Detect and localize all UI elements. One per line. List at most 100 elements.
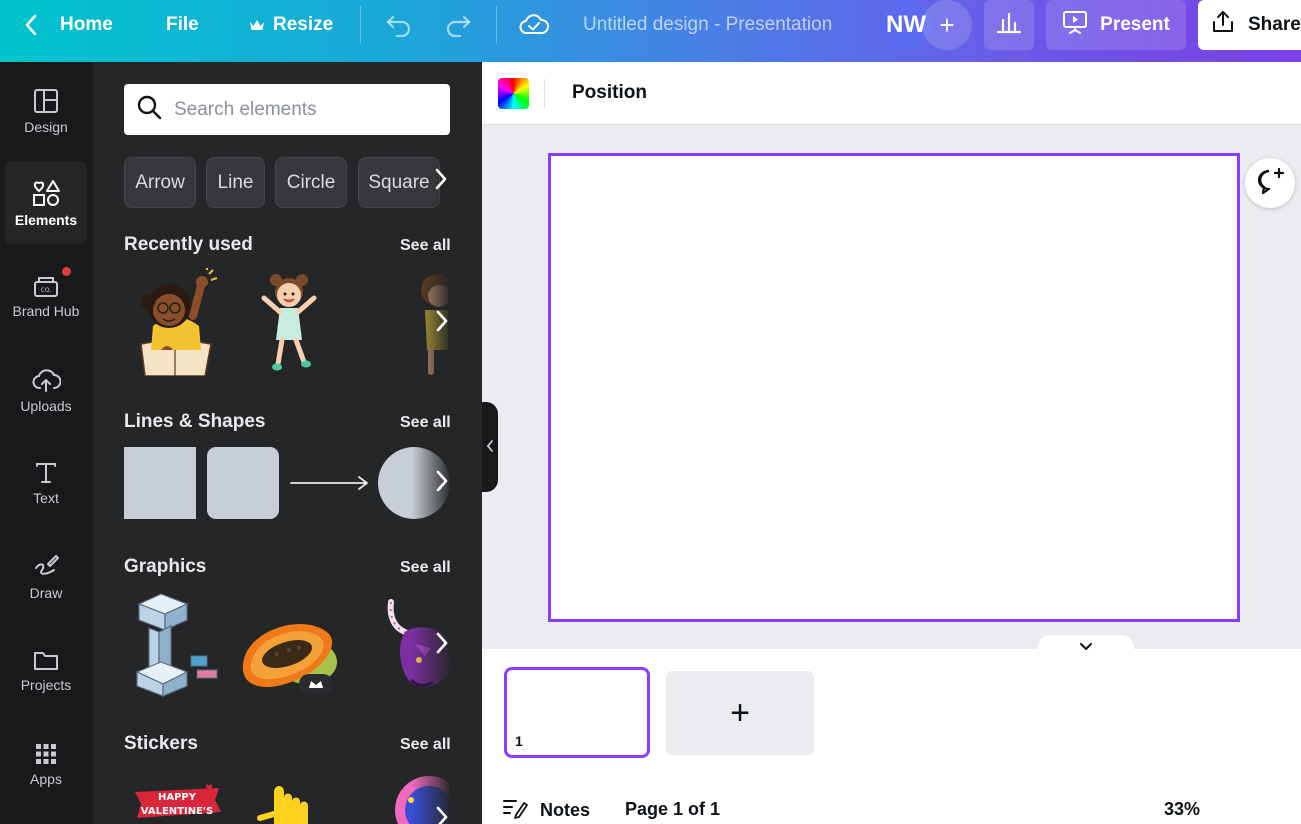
context-toolbar: Position <box>482 62 1301 125</box>
home-button[interactable]: Home <box>24 0 113 50</box>
rail-item-label: Text <box>33 489 59 506</box>
editor-area: Position 1 + Notes Page 1 of 1 33% <box>482 62 1301 824</box>
chevron-left-icon <box>24 14 38 36</box>
rail-item-label: Draw <box>29 584 63 601</box>
upload-icon <box>1210 9 1236 41</box>
shape-rounded-square[interactable] <box>207 447 279 519</box>
rail-item-uploads[interactable]: Uploads <box>5 349 87 431</box>
divider <box>496 6 497 44</box>
background-color-button[interactable] <box>498 78 529 109</box>
section-title-stickers: Stickers <box>124 733 198 754</box>
rail-item-elements[interactable]: Elements <box>5 162 87 244</box>
footer-bar: Notes Page 1 of 1 33% <box>482 793 1301 824</box>
crown-icon <box>249 18 265 32</box>
rail-item-draw[interactable]: Draw <box>5 536 87 618</box>
add-page-button[interactable]: + <box>666 671 814 755</box>
resize-label: Resize <box>273 14 334 35</box>
design-page[interactable] <box>548 153 1240 622</box>
stickers-next-button[interactable] <box>436 806 448 824</box>
elements-panel: Arrow Line Circle Square Recently used S… <box>93 62 482 824</box>
recent-element-girl-jumping[interactable] <box>258 268 320 381</box>
notes-icon <box>502 797 528 824</box>
chevron-right-icon <box>436 308 448 338</box>
undo-button[interactable] <box>385 0 413 50</box>
side-rail: Design Elements CO. Brand Hub Uploads Te… <box>0 62 93 824</box>
present-button[interactable]: Present <box>1046 0 1186 50</box>
notes-button[interactable]: Notes <box>502 797 590 824</box>
section-title-graphics: Graphics <box>124 556 207 577</box>
sticker-happy-valentines[interactable]: HAPPY VALENTINE'S <box>129 784 225 824</box>
section-title-recently-used: Recently used <box>124 234 253 255</box>
chip-circle[interactable]: Circle <box>275 157 347 208</box>
chips-next-button[interactable] <box>435 168 447 196</box>
folder-icon <box>32 648 60 672</box>
notification-dot <box>62 267 71 276</box>
see-all-stickers[interactable]: See all <box>400 736 451 754</box>
page-thumbnail[interactable]: 1 <box>504 667 650 758</box>
chevron-right-icon <box>436 804 448 824</box>
svg-text:VALENTINE'S: VALENTINE'S <box>141 806 213 817</box>
see-all-recently-used[interactable]: See all <box>400 237 451 255</box>
shape-arrow-line[interactable] <box>289 474 371 497</box>
text-icon <box>34 461 58 485</box>
rail-item-label: Apps <box>30 770 62 787</box>
document-title[interactable]: Untitled design - Presentation <box>583 14 832 36</box>
rail-item-label: Elements <box>14 211 78 228</box>
rail-item-brand-hub[interactable]: CO. Brand Hub <box>5 255 87 337</box>
rail-item-label: Projects <box>20 676 72 693</box>
redo-icon <box>444 13 472 37</box>
redo-button[interactable] <box>444 0 472 50</box>
rail-item-design[interactable]: Design <box>5 70 87 152</box>
svg-text:CO.: CO. <box>41 287 52 294</box>
home-label: Home <box>60 14 113 35</box>
collapse-panel-button[interactable] <box>482 402 498 492</box>
page-count: Page 1 of 1 <box>625 799 721 819</box>
rail-item-label: Design <box>24 118 68 135</box>
add-collaborator-button[interactable]: + <box>922 0 972 50</box>
file-menu[interactable]: File <box>166 0 199 50</box>
save-status-button[interactable] <box>519 0 549 50</box>
chip-arrow[interactable]: Arrow <box>124 157 196 208</box>
recent-next-button[interactable] <box>436 310 448 336</box>
comment-plus-icon <box>1255 167 1285 200</box>
shapes-next-button[interactable] <box>436 470 448 496</box>
search-icon <box>136 94 162 125</box>
rail-item-label: Brand Hub <box>12 302 80 319</box>
resize-button[interactable]: Resize <box>249 0 333 50</box>
chevron-down-icon <box>1079 639 1093 655</box>
insights-button[interactable] <box>984 0 1034 50</box>
shapes-icon <box>31 179 61 207</box>
chevron-left-icon <box>486 439 494 456</box>
pages-strip: 1 + Notes Page 1 of 1 33% <box>482 635 1301 824</box>
search-input[interactable] <box>174 98 434 121</box>
rail-item-apps[interactable]: Apps <box>5 723 87 805</box>
share-button[interactable]: Share <box>1198 0 1301 50</box>
undo-icon <box>385 13 413 37</box>
brand-hub-icon: CO. <box>32 274 60 298</box>
zoom-level[interactable]: 33% <box>1164 799 1200 820</box>
position-button[interactable]: Position <box>572 82 647 104</box>
shape-square[interactable] <box>124 447 196 519</box>
chip-line[interactable]: Line <box>206 157 265 208</box>
search-box[interactable] <box>124 84 450 135</box>
graphic-papaya[interactable] <box>237 608 341 699</box>
divider <box>360 6 361 44</box>
graphics-next-button[interactable] <box>436 632 448 658</box>
chip-square[interactable]: Square <box>358 157 440 208</box>
see-all-lines-shapes[interactable]: See all <box>400 414 451 432</box>
notes-label: Notes <box>540 800 591 820</box>
present-icon <box>1062 9 1088 41</box>
sticker-text: HAPPY <box>158 792 197 803</box>
hide-pages-button[interactable] <box>1038 635 1134 659</box>
chevron-right-icon <box>435 168 447 195</box>
add-comment-button[interactable] <box>1245 158 1295 208</box>
chevron-right-icon <box>436 630 448 660</box>
graphic-isometric-letter-i[interactable] <box>131 592 221 703</box>
recent-element-girl-reading[interactable] <box>133 268 218 381</box>
chevron-right-icon <box>436 468 448 498</box>
sticker-yellow-hand[interactable] <box>248 778 328 824</box>
see-all-graphics[interactable]: See all <box>400 559 451 577</box>
present-label: Present <box>1100 14 1170 35</box>
rail-item-projects[interactable]: Projects <box>5 629 87 711</box>
rail-item-text[interactable]: Text <box>5 442 87 524</box>
